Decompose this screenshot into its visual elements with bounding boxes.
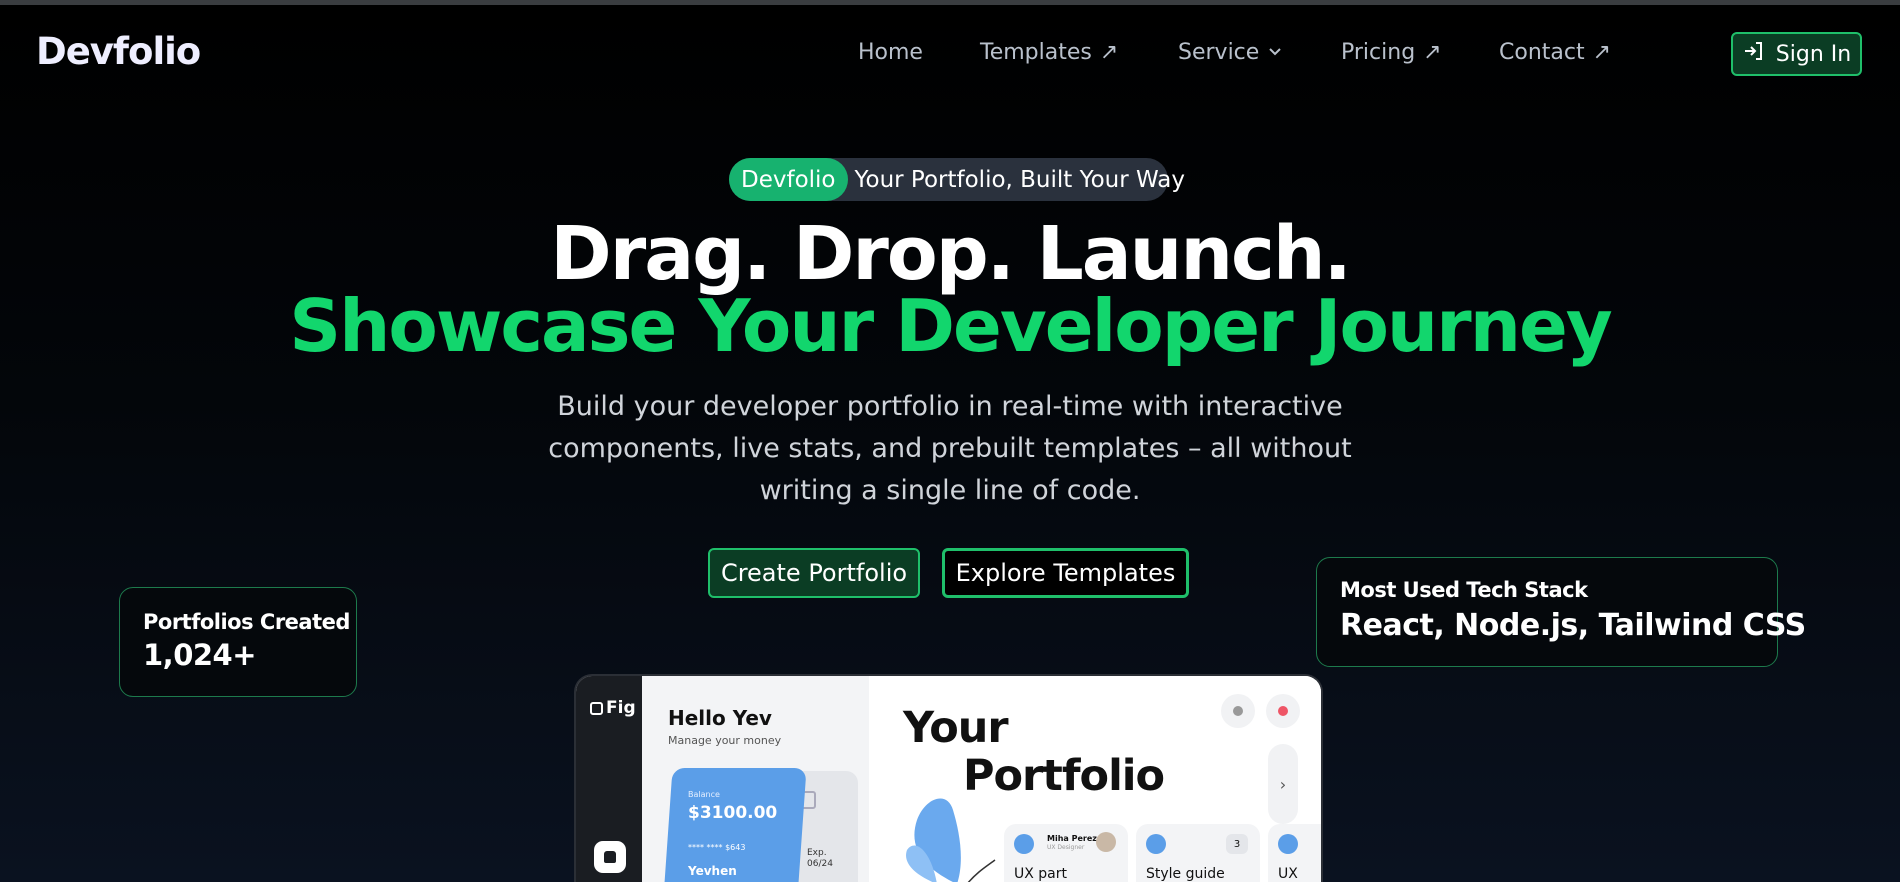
home-icon: [594, 841, 626, 873]
notification-icon: [1266, 694, 1300, 728]
tile-title: UX: [1278, 866, 1298, 882]
chevron-down-icon: [1267, 40, 1283, 65]
stat-label: Most Used Tech Stack: [1340, 578, 1588, 602]
nav-contact-label: Contact: [1499, 40, 1585, 65]
card-holder: Yevhen: [688, 864, 737, 878]
hero-badge: Devfolio Your Portfolio, Built Your Way: [729, 158, 1185, 201]
nav-templates[interactable]: Templates ↗: [980, 40, 1118, 65]
subtitle-line: Build your developer portfolio in real-t…: [557, 391, 1343, 422]
expiry-label: Exp.: [807, 848, 827, 858]
arrow-up-right-icon: ↗: [1099, 40, 1119, 65]
badge-text: Your Portfolio, Built Your Way: [854, 166, 1186, 193]
explore-templates-button[interactable]: Explore Templates: [942, 548, 1189, 598]
stat-value: React, Node.js, Tailwind CSS: [1340, 608, 1806, 643]
square-icon: [590, 701, 603, 715]
nav-home-label: Home: [858, 40, 923, 65]
sign-in-label: Sign In: [1775, 41, 1852, 67]
subtitle-line: writing a single line of code.: [759, 475, 1141, 506]
preview-tile-ux: UX: [1268, 824, 1321, 882]
card-expiry: Exp. 06/24: [807, 848, 833, 870]
nav-contact[interactable]: Contact ↗: [1499, 40, 1611, 65]
nav-service[interactable]: Service: [1178, 40, 1283, 65]
preview-heading-line1: Your: [903, 703, 1009, 753]
preview-wallet-panel: Hello Yev Manage your money Exp. 06/24 B…: [642, 676, 869, 882]
balance-value: $3100.00: [688, 803, 778, 823]
preview-sidebar: Fig: [576, 676, 642, 882]
tile-title: Style guide: [1146, 866, 1225, 882]
app-preview: Fig Hello Yev Manage your money Exp. 06/…: [574, 674, 1323, 882]
main-nav: Home Templates ↗ Service Pricing ↗ Conta…: [0, 40, 1900, 70]
circle-icon: [1278, 834, 1298, 854]
preview-tile-style-guide: 3 Style guide: [1136, 824, 1260, 882]
nav-service-label: Service: [1178, 40, 1260, 65]
avatar: [1096, 832, 1116, 852]
preview-greeting: Hello Yev: [668, 706, 772, 730]
preview-tile-ux-part: Miha Perez UX Designer UX part: [1004, 824, 1128, 882]
butterfly-image: [906, 798, 996, 882]
chevron-right-icon: ›: [1268, 744, 1298, 824]
hero-title-accent: Showcase Your Developer Journey: [289, 284, 1612, 368]
dot-icon: [1221, 694, 1255, 728]
subtitle-line: components, live stats, and prebuilt tem…: [548, 433, 1352, 464]
stat-value: 1,024+: [143, 638, 257, 672]
nav-home[interactable]: Home: [858, 40, 923, 65]
tech-stack-card: Most Used Tech Stack React, Node.js, Tai…: [1316, 557, 1806, 667]
preview-logo: Fig: [590, 698, 636, 718]
expiry-date: 06/24: [807, 859, 833, 869]
portfolios-stat-card: Portfolios Created 1,024+: [119, 587, 357, 697]
stat-label: Portfolios Created: [143, 610, 350, 634]
nav-pricing[interactable]: Pricing ↗: [1341, 40, 1442, 65]
balance-label: Balance: [688, 790, 720, 799]
preview-greeting-sub: Manage your money: [668, 734, 782, 747]
hero-subtitle: Build your developer portfolio in real-t…: [520, 386, 1380, 512]
create-portfolio-button[interactable]: Create Portfolio: [708, 548, 920, 598]
sign-in-button[interactable]: Sign In: [1731, 32, 1862, 76]
nav-templates-label: Templates: [980, 40, 1092, 65]
badge-pill: Devfolio: [729, 158, 848, 201]
sign-in-icon: [1742, 39, 1766, 69]
arrow-up-right-icon: ↗: [1592, 40, 1612, 65]
search-icon: [1014, 834, 1034, 854]
person-role: UX Designer: [1047, 844, 1085, 851]
arrow-up-right-icon: ↗: [1423, 40, 1442, 65]
pencil-icon: [1146, 834, 1166, 854]
tile-title: UX part: [1014, 866, 1067, 882]
person-name: Miha Perez: [1047, 834, 1097, 843]
preview-main: Your Portfolio › Miha Perez UX Designer …: [869, 676, 1321, 882]
card-number: **** **** $643: [688, 843, 746, 852]
nav-pricing-label: Pricing: [1341, 40, 1416, 65]
fig-label: Fig: [606, 698, 636, 718]
count-badge: 3: [1226, 834, 1248, 854]
